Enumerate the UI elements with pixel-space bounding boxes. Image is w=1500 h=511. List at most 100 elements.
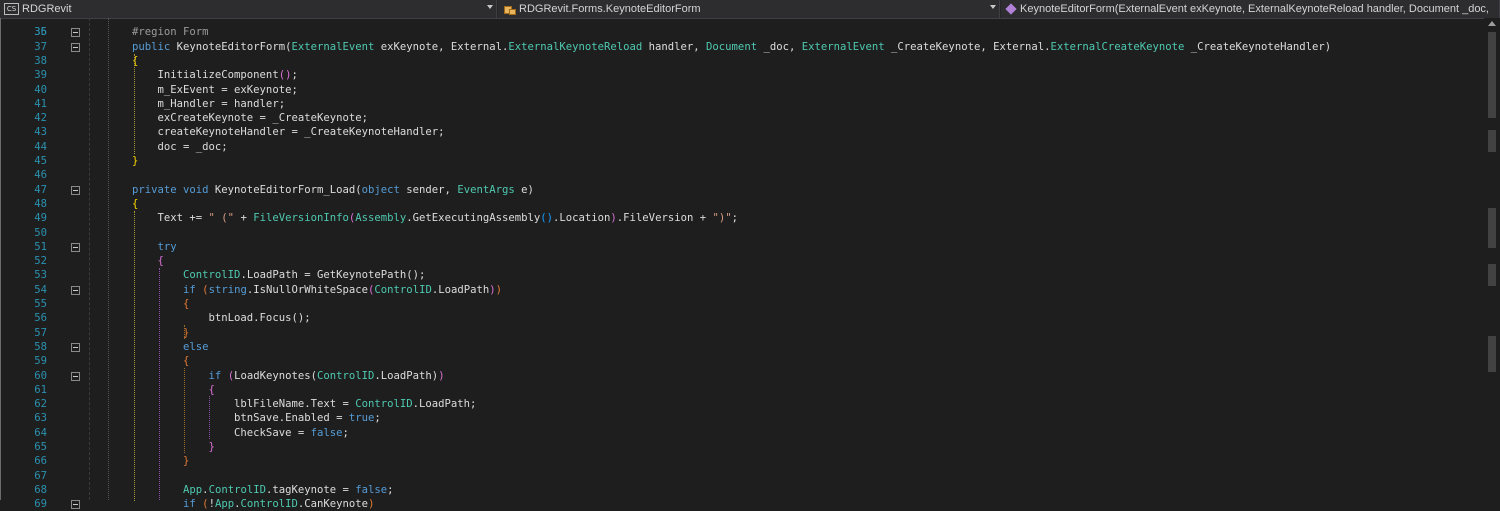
collapse-icon[interactable] (71, 500, 80, 510)
collapse-icon[interactable] (71, 342, 80, 352)
scrollbar-marker (1488, 130, 1496, 152)
code-token: FileVersionInfo (253, 212, 349, 225)
scroll-up-arrow-icon[interactable] (1488, 21, 1496, 26)
indent-guide (108, 18, 109, 500)
code-token: KeynoteEditorForm( (176, 40, 292, 53)
code-line[interactable]: 54 if (string.IsNullOrWhiteSpace(Control… (0, 283, 1484, 297)
code-line[interactable]: 56 btnLoad.Focus(); (0, 311, 1484, 325)
code-token: .tagKeynote = (265, 483, 356, 496)
code-line[interactable]: 68 App.ControlID.tagKeynote = false; (0, 483, 1484, 497)
collapse-icon[interactable] (71, 285, 80, 295)
collapse-icon[interactable] (71, 371, 80, 381)
code-line[interactable]: 39 InitializeComponent(); (0, 68, 1484, 82)
code-token: m_Handler = handler; (132, 97, 286, 110)
code-line[interactable]: 48 { (0, 197, 1484, 211)
code-token: ControlID (317, 369, 375, 382)
code-text: else (132, 340, 209, 354)
indent-guide (184, 325, 185, 339)
code-text: exCreateKeynote = _CreateKeynote; (132, 111, 369, 125)
code-line[interactable]: 46 (0, 168, 1484, 182)
code-token: } (183, 455, 190, 468)
code-line[interactable]: 49 Text += " (" + FileVersionInfo(Assemb… (0, 211, 1484, 225)
code-token: exKeynote, External. (374, 40, 509, 53)
line-number: 68 (34, 483, 47, 496)
code-token: ")" (712, 212, 732, 225)
code-text: CheckSave = false; (132, 426, 349, 440)
code-token: { (132, 197, 139, 210)
code-line[interactable]: 66 } (0, 454, 1484, 468)
code-token: ; (374, 412, 381, 425)
code-token: .LoadPath (431, 283, 490, 296)
code-token: ControlID (208, 483, 266, 496)
line-number: 60 (34, 369, 47, 382)
chevron-down-icon[interactable] (487, 5, 493, 9)
code-token: EventArgs (457, 183, 515, 196)
code-line[interactable]: 61 { (0, 383, 1484, 397)
code-line[interactable]: 36 #region Form (0, 25, 1484, 39)
chevron-down-icon[interactable] (990, 5, 996, 9)
line-number: 45 (34, 155, 47, 167)
collapse-icon[interactable] (71, 242, 80, 252)
collapse-icon[interactable] (71, 185, 80, 195)
code-line[interactable]: 53 ControlID.LoadPath = GetKeynotePath()… (0, 268, 1484, 282)
code-line[interactable]: 64 CheckSave = false; (0, 426, 1484, 440)
code-line[interactable]: 45} (0, 154, 1484, 168)
vertical-scrollbar[interactable] (1484, 18, 1500, 500)
line-number: 50 (34, 226, 47, 239)
indent-guide (159, 268, 160, 500)
collapse-icon[interactable] (71, 42, 80, 52)
code-line[interactable]: 41 m_Handler = handler; (0, 97, 1484, 111)
line-number: 47 (34, 183, 47, 196)
code-line[interactable]: 60 if (LoadKeynotes(ControlID.LoadPath)) (0, 369, 1484, 383)
scrollbar-thumb[interactable] (1488, 32, 1496, 118)
code-text: m_ExEvent = exKeynote; (132, 83, 298, 97)
code-token: _CreateKeynoteHandler) (1184, 40, 1332, 53)
code-token: sender, (399, 183, 458, 196)
code-token: { (183, 355, 190, 368)
code-text: private void KeynoteEditorForm_Load(obje… (132, 183, 534, 197)
collapse-icon[interactable] (71, 28, 80, 38)
code-token: if (183, 283, 203, 296)
line-number: 43 (34, 126, 47, 139)
code-token: .LoadPath = GetKeynotePath(); (240, 269, 426, 282)
code-line[interactable]: 38 { (0, 54, 1484, 68)
line-number: 41 (34, 97, 47, 110)
code-token: ControlID (183, 269, 241, 282)
code-line[interactable]: 51 try (0, 240, 1484, 254)
code-line[interactable]: 63 btnSave.Enabled = true; (0, 411, 1484, 425)
code-line[interactable]: 59 { (0, 354, 1484, 368)
code-line[interactable]: 44 doc = _doc; (0, 140, 1484, 154)
code-line[interactable]: 62 lblFileName.Text = ControlID.LoadPath… (0, 397, 1484, 411)
code-line[interactable]: 50 (0, 226, 1484, 240)
code-token: ) (495, 283, 503, 296)
code-text: { (132, 254, 164, 268)
code-text: { (132, 54, 138, 68)
code-line[interactable]: 55 { (0, 297, 1484, 311)
scrollbar-marker (1488, 208, 1496, 248)
code-line[interactable]: 37 public KeynoteEditorForm(ExternalEvent… (0, 40, 1484, 54)
code-line[interactable]: 42 exCreateKeynote = _CreateKeynote; (0, 111, 1484, 125)
code-line[interactable]: 67 (0, 469, 1484, 483)
line-number: 64 (34, 426, 47, 439)
code-line[interactable]: 52 { (0, 254, 1484, 268)
code-token: ; (291, 69, 298, 82)
code-editor[interactable]: 35 36 #region Form 37 public KeynoteEditorF… (0, 18, 1484, 510)
code-token: LoadKeynotes( (234, 369, 317, 382)
code-line[interactable]: 47 private void KeynoteEditorForm_Load(ob… (0, 183, 1484, 197)
code-token: createKeynoteHandler = _CreateKeynoteHan… (132, 126, 445, 139)
code-line[interactable]: 57 } (0, 326, 1484, 340)
code-text: try (132, 240, 177, 254)
code-token: Text += (132, 212, 209, 225)
line-number: 67 (34, 469, 47, 482)
code-line[interactable]: 58 else (0, 340, 1484, 354)
code-line[interactable]: 69 if (!App.ControlID.CanKeynote) (0, 497, 1484, 511)
code-line[interactable]: 43 createKeynoteHandler = _CreateKeynote… (0, 125, 1484, 139)
code-token: ) (438, 369, 445, 382)
code-text: doc = _doc; (132, 140, 228, 154)
code-line[interactable]: 65 } (0, 440, 1484, 454)
code-line[interactable]: 40 m_ExEvent = exKeynote; (0, 83, 1484, 97)
code-token: try (157, 240, 177, 253)
code-token: InitializeComponent (132, 69, 279, 82)
